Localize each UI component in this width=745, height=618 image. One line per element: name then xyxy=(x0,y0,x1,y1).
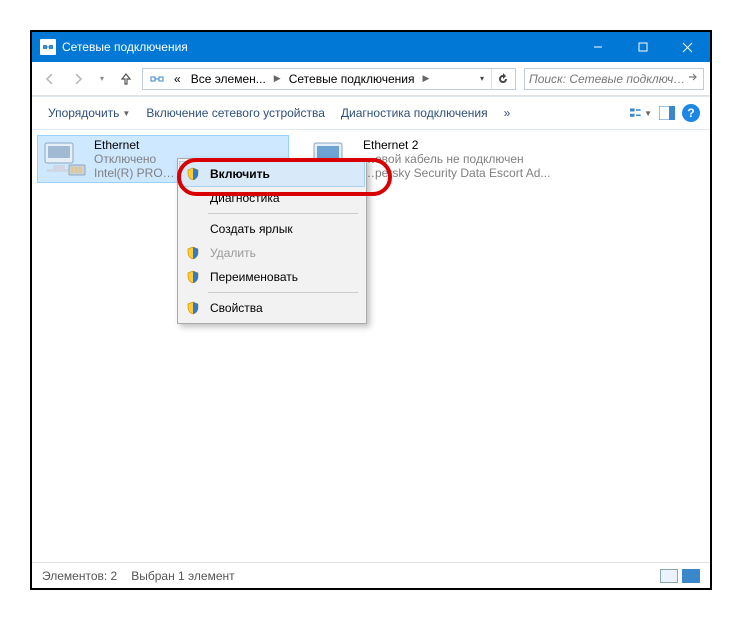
network-desc: …persky Security Data Escort Ad... xyxy=(363,166,550,180)
address-dropdown[interactable]: ▾ xyxy=(473,69,491,89)
network-status: Отключено xyxy=(94,152,175,166)
toolbar-more[interactable]: » xyxy=(498,103,517,123)
shield-icon xyxy=(184,167,202,181)
recent-dropdown[interactable]: ▾ xyxy=(94,67,110,91)
shield-icon xyxy=(184,270,202,284)
forward-button[interactable] xyxy=(66,67,90,91)
context-create-shortcut[interactable]: Создать ярлык xyxy=(180,217,364,241)
context-delete: Удалить xyxy=(180,241,364,265)
status-count: Элементов: 2 xyxy=(42,569,117,583)
context-rename[interactable]: Переименовать xyxy=(180,265,364,289)
toolbar-more-label: » xyxy=(504,106,511,120)
context-enable-label: Включить xyxy=(210,167,270,181)
chevron-down-icon: ▼ xyxy=(122,109,130,118)
address-bar[interactable]: « Все элемен... ▶ Сетевые подключения ▶ … xyxy=(142,68,516,90)
shield-icon xyxy=(184,301,202,315)
close-button[interactable] xyxy=(665,32,710,62)
network-name: Ethernet 2 xyxy=(363,138,550,152)
breadcrumb-sep-2: ▶ xyxy=(420,73,433,84)
maximize-button[interactable] xyxy=(620,32,665,62)
nav-row: ▾ « Все элемен... ▶ Сетевые подключения … xyxy=(32,62,710,96)
window-controls xyxy=(575,32,710,62)
back-button[interactable] xyxy=(38,67,62,91)
context-properties[interactable]: Свойства xyxy=(180,296,364,320)
context-properties-label: Свойства xyxy=(210,301,263,315)
help-button[interactable]: ? xyxy=(682,104,700,122)
network-item-text: Ethernet 2 …евой кабель не подключен …pe… xyxy=(363,138,550,180)
breadcrumb-sep-1: ▶ xyxy=(271,73,284,84)
status-bar: Элементов: 2 Выбран 1 элемент xyxy=(32,562,710,588)
enable-device-button[interactable]: Включение сетевого устройства xyxy=(140,103,331,123)
view-options-button[interactable]: ▼ xyxy=(630,106,652,120)
context-separator xyxy=(208,213,358,214)
details-view-button[interactable] xyxy=(660,569,678,583)
toolbar: Упорядочить ▼ Включение сетевого устройс… xyxy=(32,96,710,130)
context-rename-label: Переименовать xyxy=(210,270,298,284)
app-icon xyxy=(40,39,56,55)
window-frame: Сетевые подключения ▾ xyxy=(30,30,712,590)
organize-menu[interactable]: Упорядочить ▼ xyxy=(42,103,136,123)
context-create-shortcut-label: Создать ярлык xyxy=(210,222,293,236)
context-menu: Включить С… Диагностика Создать ярлык Уд… xyxy=(177,158,367,324)
status-selected: Выбран 1 элемент xyxy=(131,569,234,583)
refresh-button[interactable] xyxy=(491,69,513,89)
search-placeholder: Поиск: Сетевые подключения xyxy=(529,72,687,86)
address-icon xyxy=(149,71,165,87)
title-bar: Сетевые подключения xyxy=(32,32,710,62)
organize-label: Упорядочить xyxy=(48,106,119,120)
breadcrumb-item-2[interactable]: Сетевые подключения xyxy=(284,72,420,86)
shield-icon xyxy=(184,246,202,260)
window-title: Сетевые подключения xyxy=(62,40,575,54)
diagnose-label: Диагностика подключения xyxy=(341,106,488,120)
context-enable[interactable]: Включить xyxy=(180,162,364,186)
context-separator xyxy=(208,292,358,293)
up-button[interactable] xyxy=(114,67,138,91)
view-mode-switcher xyxy=(660,569,700,583)
context-diagnostics[interactable]: Диагностика xyxy=(180,186,364,210)
network-desc: Intel(R) PRO… xyxy=(94,166,175,180)
adapter-icon xyxy=(40,138,88,180)
breadcrumb-item-1[interactable]: Все элемен... xyxy=(186,72,271,86)
network-item-text: Ethernet Отключено Intel(R) PRO… xyxy=(94,138,175,180)
minimize-button[interactable] xyxy=(575,32,620,62)
content-area: Ethernet Отключено Intel(R) PRO… Etherne… xyxy=(32,130,710,562)
context-delete-label: Удалить xyxy=(210,246,256,260)
diagnose-button[interactable]: Диагностика подключения xyxy=(335,103,494,123)
breadcrumb-prefix: « xyxy=(169,72,186,86)
search-box[interactable]: Поиск: Сетевые подключения xyxy=(524,68,704,90)
network-status: …евой кабель не подключен xyxy=(363,152,550,166)
chevron-down-icon: ▼ xyxy=(644,109,652,118)
large-icons-view-button[interactable] xyxy=(682,569,700,583)
preview-pane-button[interactable] xyxy=(656,106,678,120)
enable-device-label: Включение сетевого устройства xyxy=(146,106,325,120)
search-go-icon[interactable] xyxy=(687,71,699,86)
network-name: Ethernet xyxy=(94,138,175,152)
context-diagnostics-label: Диагностика xyxy=(210,191,280,205)
